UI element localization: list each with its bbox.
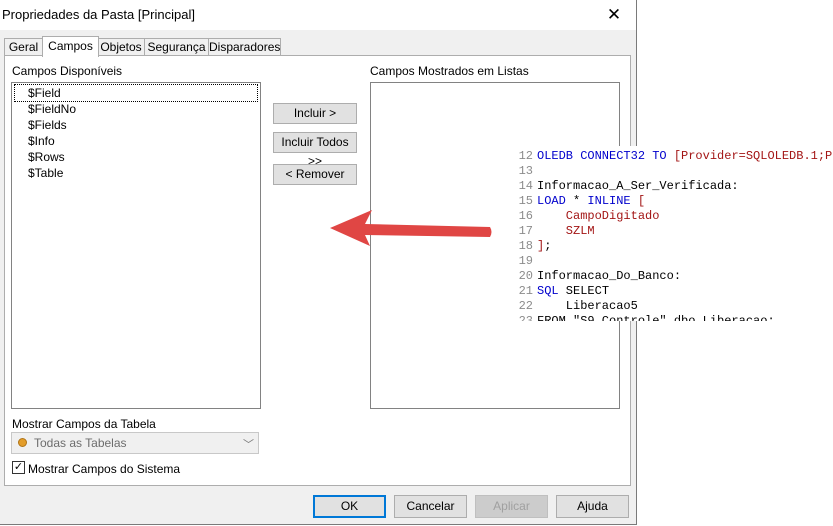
tab-campos[interactable]: Campos — [42, 36, 99, 57]
arrow-icon — [330, 210, 492, 246]
red-arrow-annotation — [330, 210, 492, 246]
